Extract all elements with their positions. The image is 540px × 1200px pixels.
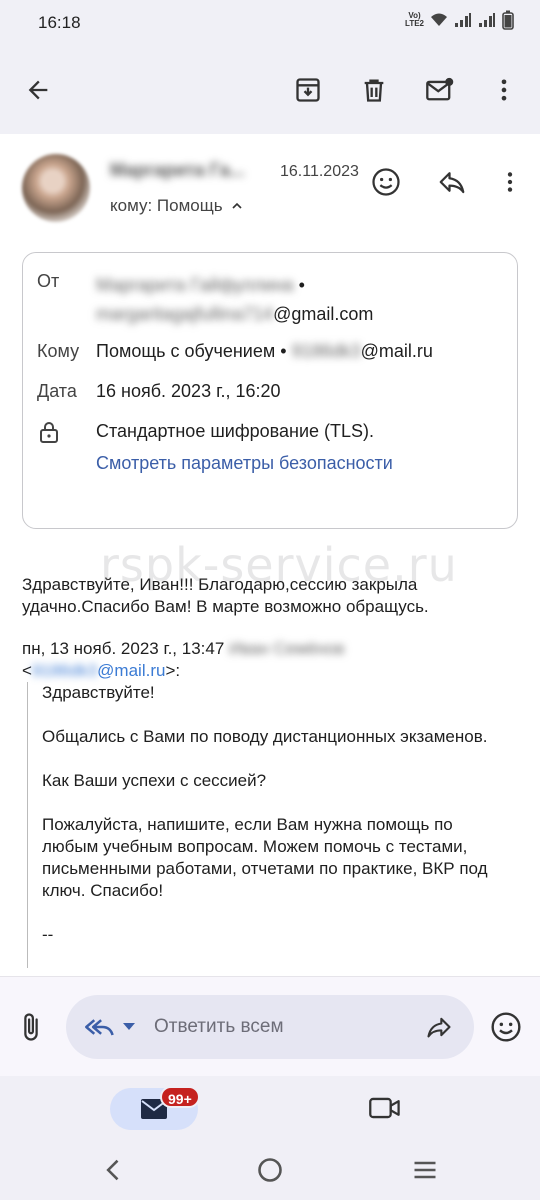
message-body: Здравствуйте, Иван!!! Благодарю,сессию з… [22,574,522,682]
quote-paragraph: Пожалуйста, напишите, если Вам нужна пом… [42,815,488,900]
reply-all-field[interactable]: Ответить всем [66,995,474,1059]
system-back-button[interactable] [100,1156,128,1189]
back-button[interactable] [16,68,60,112]
quoted-text: Здравствуйте! Общались с Вами по поводу … [27,682,507,968]
lte-indicator: Vo) LTE2 [405,11,424,28]
quote-paragraph: Как Ваши успехи с сессией? [42,771,267,790]
chevron-down-icon[interactable] [122,1022,136,1032]
more-vert-icon [501,79,507,101]
from-name: Маргарита Гайфуллина [96,275,294,295]
more-vert-icon [507,172,513,192]
to-line-text: кому: Помощь [110,196,223,215]
from-email-local: margaritagajfullina714 [96,304,274,324]
reply-placeholder: Ответить всем [154,1016,284,1037]
from-label: От [37,271,60,291]
status-bar: 16:18 Vo) LTE2 [0,0,540,46]
email-content: Маргарита Га... 16.11.2023 кому: Помощь … [0,134,540,976]
date-value: 16 нояб. 2023 г., 16:20 [96,381,281,401]
battery-icon [502,10,514,30]
chevron-up-icon [231,202,242,209]
to-value: Помощь с обучением • 9186dk3@mail.ru [96,341,433,362]
archive-icon [296,78,320,102]
to-label: Кому [37,341,80,361]
sender-name: Маргарита Га... [110,160,245,180]
quote-author: Иван Семёнов [229,639,345,658]
meet-tab[interactable] [368,1094,402,1127]
toolbar [0,46,540,134]
react-button[interactable] [366,162,406,202]
from-separator: • [298,275,305,295]
quote-paragraph: Здравствуйте! [42,683,155,702]
message-text: Здравствуйте, Иван!!! Благодарю,сессию з… [22,575,429,616]
trash-icon [364,79,384,102]
unread-badge: 99+ [160,1086,200,1108]
system-recents-button[interactable] [410,1156,440,1189]
forward-icon[interactable] [424,1013,454,1041]
to-separator: • [280,341,287,361]
emoji-icon [372,168,400,196]
video-camera-icon [369,1097,400,1119]
quote-email-local[interactable]: 9186dk3 [32,661,97,680]
quote-signature: -- [42,925,54,944]
reply-bar: Ответить всем [0,976,540,1076]
signal-icon [455,13,471,27]
from-email-domain: @gmail.com [273,304,374,324]
emoji-button[interactable] [490,1011,522,1048]
lock-icon [40,422,58,443]
mail-unread-icon [426,77,454,101]
reply-icon [439,172,465,194]
status-time: 16:18 [38,13,81,32]
to-email-domain: @mail.ru [360,341,433,361]
paperclip-icon [24,1013,38,1041]
bottom-nav: 99+ [0,1076,540,1200]
quote-email-domain[interactable]: @mail.ru [97,661,165,680]
reply-all-icon[interactable] [84,1013,116,1041]
more-options-button[interactable] [482,68,526,112]
arrow-left-icon [28,80,48,100]
from-value: Маргарита Гайфуллина • margaritagajfulli… [96,271,506,329]
quote-header: пн, 13 нояб. 2023 г., 13:47 Иван Семёнов… [22,639,345,680]
to-email-local: 9186dk3 [291,341,361,361]
avatar[interactable] [22,154,90,222]
recipients-toggle[interactable]: кому: Помощь [110,196,245,216]
delete-button[interactable] [352,68,396,112]
to-name: Помощь с обучением [96,341,276,361]
emoji-icon [491,1012,521,1042]
signal-icon [479,13,495,27]
reply-button[interactable] [432,162,472,202]
wifi-icon [431,13,447,26]
quote-paragraph: Общались с Вами по поводу дистанционных … [42,727,488,746]
encryption-text: Стандартное шифрование (TLS). [96,421,375,441]
archive-button[interactable] [286,68,330,112]
details-card: От Маргарита Гайфуллина • margaritagajfu… [22,252,518,529]
menu-lines-icon [414,1161,436,1179]
security-details-link[interactable]: Смотреть параметры безопасности [96,453,393,474]
mark-unread-button[interactable] [418,68,462,112]
status-icons: Vo) LTE2 [405,10,514,30]
attach-button[interactable] [16,1011,46,1048]
date-label: Дата [37,381,77,401]
home-circle-icon [258,1158,282,1182]
email-date: 16.11.2023 [280,163,359,180]
back-chevron-icon [106,1159,119,1181]
system-home-button[interactable] [256,1156,284,1189]
message-more-button[interactable] [490,162,530,202]
